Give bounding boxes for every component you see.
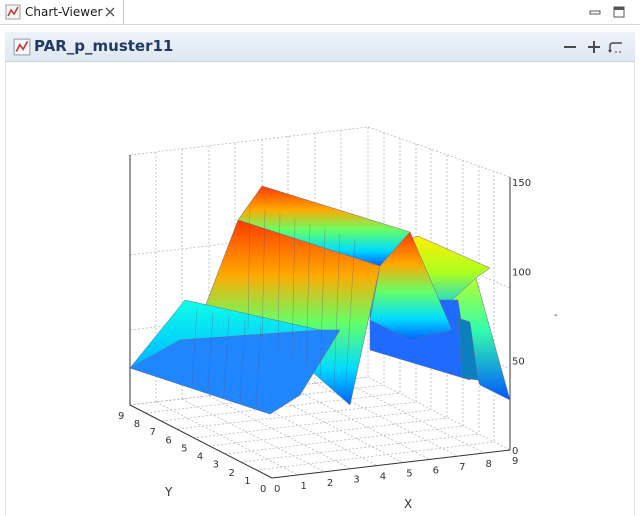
- y-tick-label: 1: [244, 476, 250, 487]
- x-tick-label: 6: [433, 465, 439, 476]
- x-tick-label: 0: [274, 484, 280, 495]
- x-tick-label: 2: [327, 478, 333, 489]
- y-axis-label: Y: [164, 485, 173, 499]
- x-tick-label: 9: [512, 456, 518, 467]
- surface: [129, 185, 511, 415]
- y-tick-label: 4: [197, 452, 203, 463]
- legend-marker: -: [554, 310, 558, 321]
- surface-chart[interactable]: 050100150 0123456789 0123456789 X Y -: [0, 0, 640, 516]
- x-tick-label: 3: [353, 475, 359, 486]
- x-axis-label: X: [404, 497, 412, 511]
- y-tick-label: 9: [118, 411, 124, 422]
- x-tick-label: 1: [300, 481, 306, 492]
- y-tick-label: 8: [134, 419, 140, 430]
- y-tick-label: 5: [181, 443, 187, 454]
- x-tick-label: 5: [406, 468, 412, 479]
- y-axis-ticks: 0123456789: [118, 411, 266, 495]
- x-tick-label: 8: [486, 459, 492, 470]
- y-tick-label: 7: [150, 427, 156, 438]
- y-tick-label: 0: [260, 484, 266, 495]
- z-tick-label: 150: [512, 178, 531, 189]
- y-tick-label: 3: [213, 460, 219, 471]
- z-tick-label: 50: [512, 357, 525, 368]
- x-tick-label: 4: [380, 472, 386, 483]
- y-tick-label: 6: [165, 435, 171, 446]
- z-tick-label: 100: [512, 267, 531, 278]
- y-tick-label: 2: [228, 468, 234, 479]
- x-tick-label: 7: [459, 462, 465, 473]
- x-axis-ticks: 0 1 2 3 4 5 6 7 8 9: [274, 456, 518, 495]
- z-axis-ticks: 050100150: [512, 178, 531, 457]
